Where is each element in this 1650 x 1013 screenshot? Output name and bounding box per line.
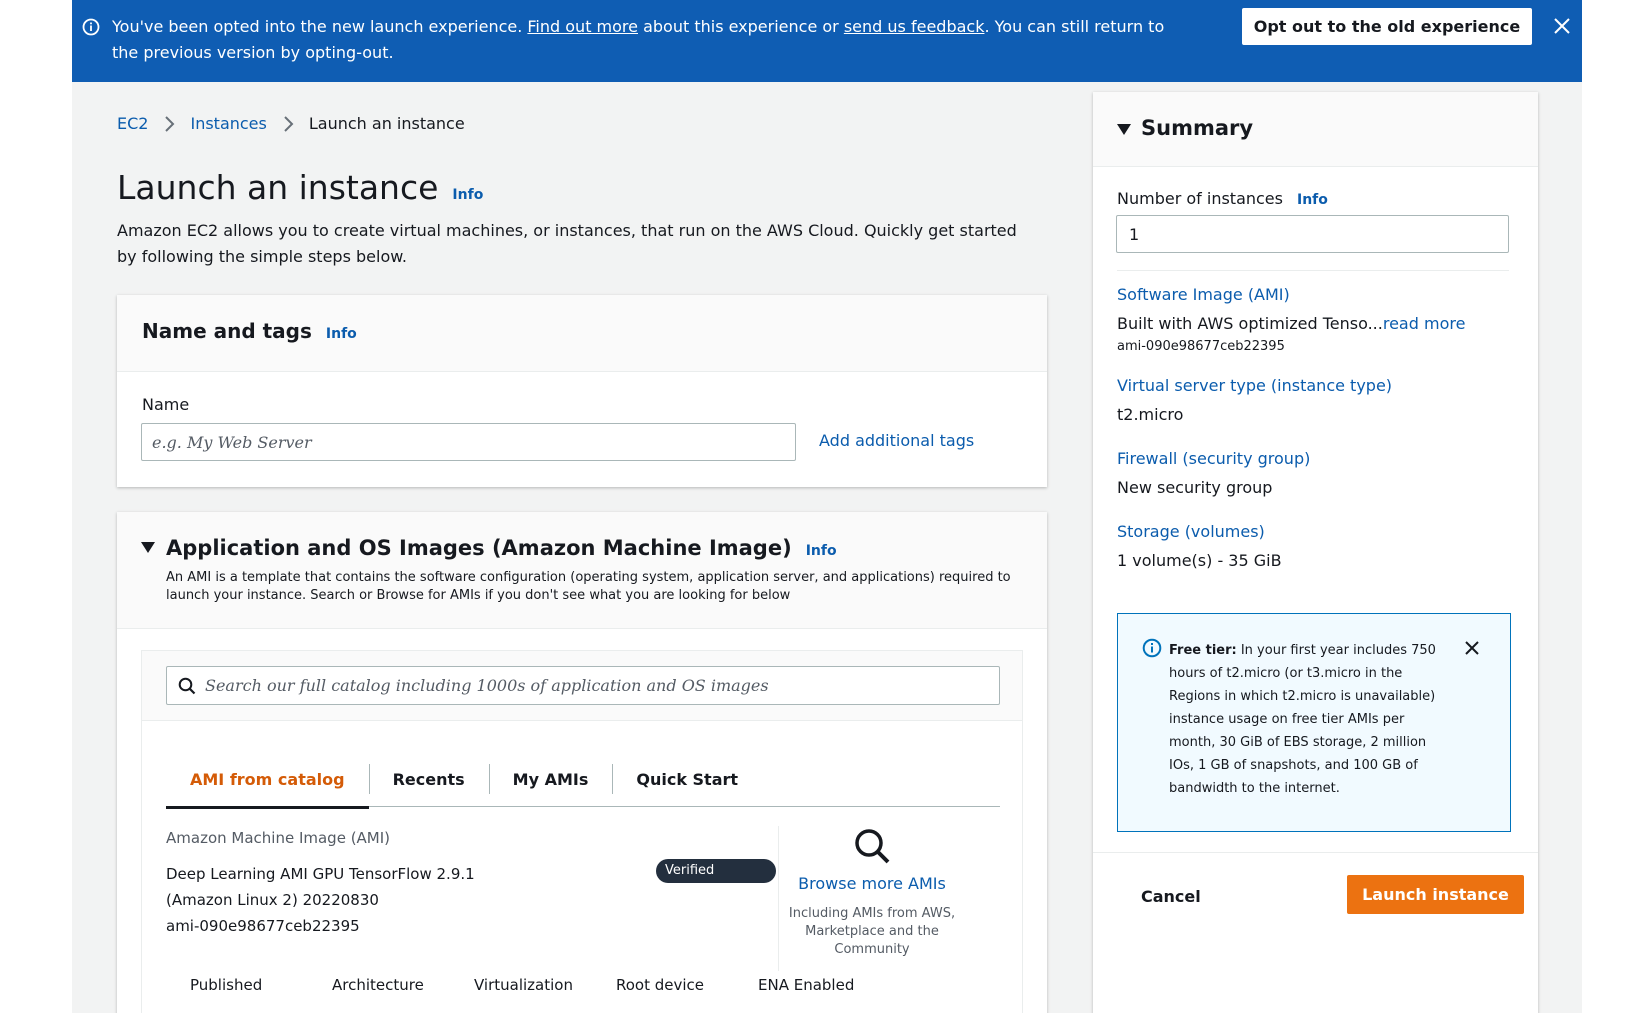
ami-catalog-container: AMI from catalog Recents My AMIs Quick S… <box>141 650 1023 1013</box>
ami-search-input[interactable] <box>205 668 985 703</box>
read-more-link[interactable]: read more <box>1383 314 1466 333</box>
launch-instance-button[interactable]: Launch instance <box>1347 875 1524 914</box>
search-icon[interactable] <box>852 826 892 866</box>
software-image-value: Built with AWS optimized Tenso...read mo… <box>1117 314 1465 333</box>
free-tier-alert: Free tier: In your first year includes 7… <box>1117 613 1511 832</box>
ami-section-label: Amazon Machine Image (AMI) <box>166 829 391 847</box>
number-of-instances-label: Number of instances Info <box>1117 189 1328 208</box>
chevron-right-icon <box>284 116 294 132</box>
ami-heading: Application and OS Images (Amazon Machin… <box>166 536 837 560</box>
info-icon <box>1142 638 1162 658</box>
meta-published: Published <box>190 976 263 994</box>
storage-value: 1 volume(s) - 35 GiB <box>1117 551 1282 570</box>
number-of-instances-info-link[interactable]: Info <box>1297 192 1328 208</box>
find-out-more-link[interactable]: Find out more <box>527 17 638 36</box>
ami-search-bar <box>142 651 1022 721</box>
name-and-tags-header: Name and tags Info <box>117 295 1047 372</box>
tab-quick-start[interactable]: Quick Start <box>612 752 762 807</box>
console-frame: You've been opted into the new launch ex… <box>72 0 1582 1013</box>
page-title-text: Launch an instance <box>117 168 439 207</box>
software-image-text: Built with AWS optimized Tenso... <box>1117 314 1383 333</box>
breadcrumb-instances[interactable]: Instances <box>190 112 266 136</box>
number-of-instances-input[interactable] <box>1116 215 1509 253</box>
page-description: Amazon EC2 allows you to create virtual … <box>117 221 1017 266</box>
ami-name: Deep Learning AMI GPU TensorFlow 2.9.1 (… <box>166 861 506 939</box>
ami-name-line: Deep Learning AMI GPU TensorFlow 2.9.1 <box>166 865 475 883</box>
name-input[interactable] <box>141 423 796 461</box>
storage-link[interactable]: Storage (volumes) <box>1117 522 1265 541</box>
selected-ami: Amazon Machine Image (AMI) Deep Learning… <box>166 829 776 935</box>
browse-more-amis-subtext: Including AMIs from AWS, Marketplace and… <box>788 906 956 957</box>
name-and-tags-title: Name and tags <box>142 319 312 343</box>
search-icon <box>178 677 196 695</box>
software-image-link[interactable]: Software Image (AMI) <box>1117 285 1290 304</box>
ami-description: An AMI is a template that contains the s… <box>166 570 1011 603</box>
page-title: Launch an instance Info <box>117 168 483 215</box>
banner-message: You've been opted into the new launch ex… <box>112 14 1172 66</box>
summary-panel: Summary Number of instances Info Softwar… <box>1093 92 1538 1013</box>
meta-architecture: Architecture <box>332 976 424 994</box>
number-of-instances-text: Number of instances <box>1117 189 1283 208</box>
meta-root-device: Root device <box>616 976 705 994</box>
name-and-tags-panel: Name and tags Info Name Add additional t… <box>117 295 1047 487</box>
banner-text-part: You've been opted into the new launch ex… <box>112 17 528 36</box>
software-image-id: ami-090e98677ceb22395 <box>1117 339 1285 354</box>
name-label: Name <box>142 395 190 414</box>
tab-my-amis[interactable]: My AMIs <box>488 752 613 807</box>
meta-virtualization: Virtualization <box>474 976 573 994</box>
launch-experience-banner: You've been opted into the new launch ex… <box>72 0 1582 82</box>
browse-more-amis-link[interactable]: Browse more AMIs <box>782 874 962 893</box>
ami-info-link[interactable]: Info <box>806 543 837 559</box>
ami-search-box[interactable] <box>166 666 1000 705</box>
instance-type-value: t2.micro <box>1117 405 1184 424</box>
page-info-link[interactable]: Info <box>452 175 483 215</box>
instance-type-link[interactable]: Virtual server type (instance type) <box>1117 376 1392 395</box>
free-tier-text: Free tier: In your first year includes 7… <box>1169 639 1439 800</box>
send-feedback-link[interactable]: send us feedback <box>844 17 985 36</box>
ami-header: Application and OS Images (Amazon Machin… <box>117 512 1047 629</box>
info-icon <box>82 18 100 36</box>
summary-header: Summary <box>1093 92 1538 167</box>
breadcrumb: EC2 Instances Launch an instance <box>117 112 465 136</box>
summary-title: Summary <box>1141 116 1254 140</box>
ami-name-line: (Amazon Linux 2) 20220830 <box>166 891 379 909</box>
ami-title: Application and OS Images (Amazon Machin… <box>166 536 792 560</box>
ami-divider <box>778 826 779 971</box>
security-group-link[interactable]: Firewall (security group) <box>1117 449 1310 468</box>
summary-bottom-divider <box>1093 852 1538 853</box>
opt-out-button[interactable]: Opt out to the old experience <box>1242 8 1532 45</box>
ami-tabs: AMI from catalog Recents My AMIs Quick S… <box>166 752 1000 809</box>
caret-down-icon[interactable] <box>141 542 155 554</box>
name-and-tags-heading: Name and tags Info <box>142 319 357 343</box>
security-group-value: New security group <box>1117 478 1273 497</box>
add-additional-tags-link[interactable]: Add additional tags <box>819 431 974 450</box>
tab-recents[interactable]: Recents <box>368 752 489 807</box>
breadcrumb-ec2[interactable]: EC2 <box>117 112 148 136</box>
browse-more-amis: Browse more AMIs Including AMIs from AWS… <box>782 826 962 959</box>
breadcrumb-current: Launch an instance <box>308 114 465 133</box>
name-and-tags-info-link[interactable]: Info <box>326 326 357 342</box>
summary-divider <box>1117 270 1509 271</box>
cancel-button[interactable]: Cancel <box>1141 887 1201 906</box>
caret-down-icon[interactable] <box>1117 124 1131 136</box>
banner-text-part: about this experience or <box>638 17 844 36</box>
close-icon[interactable] <box>1463 639 1481 657</box>
ami-panel: Application and OS Images (Amazon Machin… <box>117 512 1047 1013</box>
free-tier-body: In your first year includes 750 hours of… <box>1169 643 1436 796</box>
close-icon[interactable] <box>1550 14 1574 38</box>
tab-ami-from-catalog[interactable]: AMI from catalog <box>166 752 369 809</box>
meta-ena-enabled: ENA Enabled <box>758 976 855 994</box>
ami-id: ami-090e98677ceb22395 <box>166 917 360 935</box>
ami-meta-headers: Published Architecture Virtualization Ro… <box>190 976 900 994</box>
free-tier-title: Free tier: <box>1169 643 1237 658</box>
verified-provider-badge: Verified provider <box>656 859 776 902</box>
chevron-right-icon <box>165 116 175 132</box>
